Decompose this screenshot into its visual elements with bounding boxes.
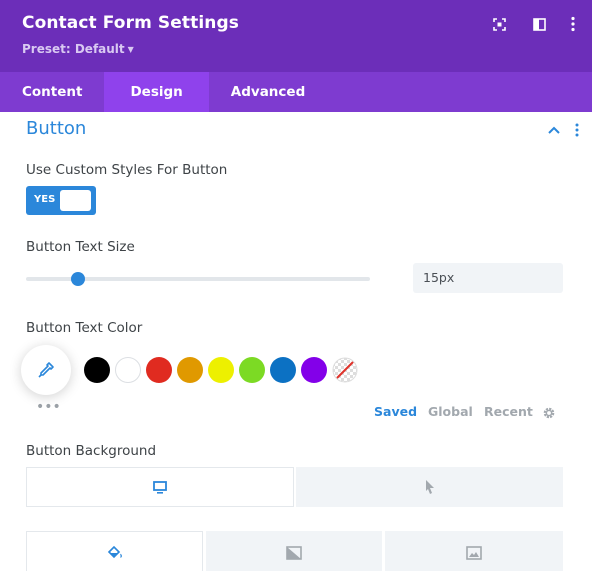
toggle-label: YES bbox=[34, 194, 56, 205]
toggle-knob bbox=[60, 190, 91, 211]
swatch-blue[interactable] bbox=[270, 357, 296, 383]
modal-title: Contact Form Settings bbox=[22, 13, 239, 33]
section-options-icon[interactable] bbox=[572, 122, 582, 138]
tab-content[interactable]: Content bbox=[0, 72, 104, 112]
palette-tab-saved[interactable]: Saved bbox=[374, 404, 417, 419]
text-size-label: Button Text Size bbox=[26, 239, 135, 255]
tab-design[interactable]: Design bbox=[104, 72, 209, 112]
eyedropper-button[interactable] bbox=[21, 345, 71, 395]
caret-down-icon: ▼ bbox=[127, 45, 134, 54]
modal-header: Contact Form Settings Preset: Default ▼ bbox=[0, 0, 592, 72]
image-icon bbox=[466, 546, 482, 560]
gradient-icon bbox=[286, 546, 302, 560]
swatch-white[interactable] bbox=[115, 357, 141, 383]
tab-desktop[interactable] bbox=[26, 467, 294, 507]
settings-tabs: Content Design Advanced bbox=[0, 72, 592, 112]
gear-icon[interactable] bbox=[542, 405, 556, 419]
tab-color-fill[interactable] bbox=[26, 531, 203, 571]
tab-advanced[interactable]: Advanced bbox=[209, 72, 327, 112]
custom-styles-toggle[interactable]: YES bbox=[26, 186, 96, 215]
text-size-slider-handle[interactable] bbox=[70, 272, 85, 286]
preset-label: Preset: Default bbox=[22, 42, 125, 56]
swatch-green[interactable] bbox=[239, 357, 265, 383]
fullscreen-icon[interactable] bbox=[491, 16, 507, 32]
swatch-orange[interactable] bbox=[177, 357, 203, 383]
tab-gradient[interactable] bbox=[206, 531, 382, 571]
split-view-icon[interactable] bbox=[531, 16, 547, 32]
text-color-label: Button Text Color bbox=[26, 320, 143, 336]
more-options-icon[interactable] bbox=[565, 16, 581, 32]
paint-bucket-icon bbox=[107, 546, 122, 559]
hover-cursor-icon bbox=[425, 480, 434, 494]
swatch-purple[interactable] bbox=[301, 357, 327, 383]
more-colors-button[interactable]: ••• bbox=[36, 399, 61, 415]
palette-tab-recent[interactable]: Recent bbox=[484, 404, 533, 419]
tab-image[interactable] bbox=[385, 531, 563, 571]
section-title[interactable]: Button bbox=[26, 118, 86, 139]
eyedropper-icon bbox=[38, 362, 54, 378]
palette-tab-global[interactable]: Global bbox=[428, 404, 473, 419]
swatch-red[interactable] bbox=[146, 357, 172, 383]
chevron-up-icon[interactable] bbox=[546, 122, 562, 136]
swatch-none-icon[interactable] bbox=[332, 357, 358, 383]
swatch-yellow[interactable] bbox=[208, 357, 234, 383]
desktop-icon bbox=[153, 480, 167, 494]
background-label: Button Background bbox=[26, 443, 157, 459]
text-size-input[interactable]: 15px bbox=[413, 263, 563, 293]
tab-hover[interactable] bbox=[296, 467, 563, 507]
swatch-black[interactable] bbox=[84, 357, 110, 383]
custom-styles-label: Use Custom Styles For Button bbox=[26, 162, 228, 178]
preset-dropdown[interactable]: Preset: Default ▼ bbox=[22, 42, 134, 56]
